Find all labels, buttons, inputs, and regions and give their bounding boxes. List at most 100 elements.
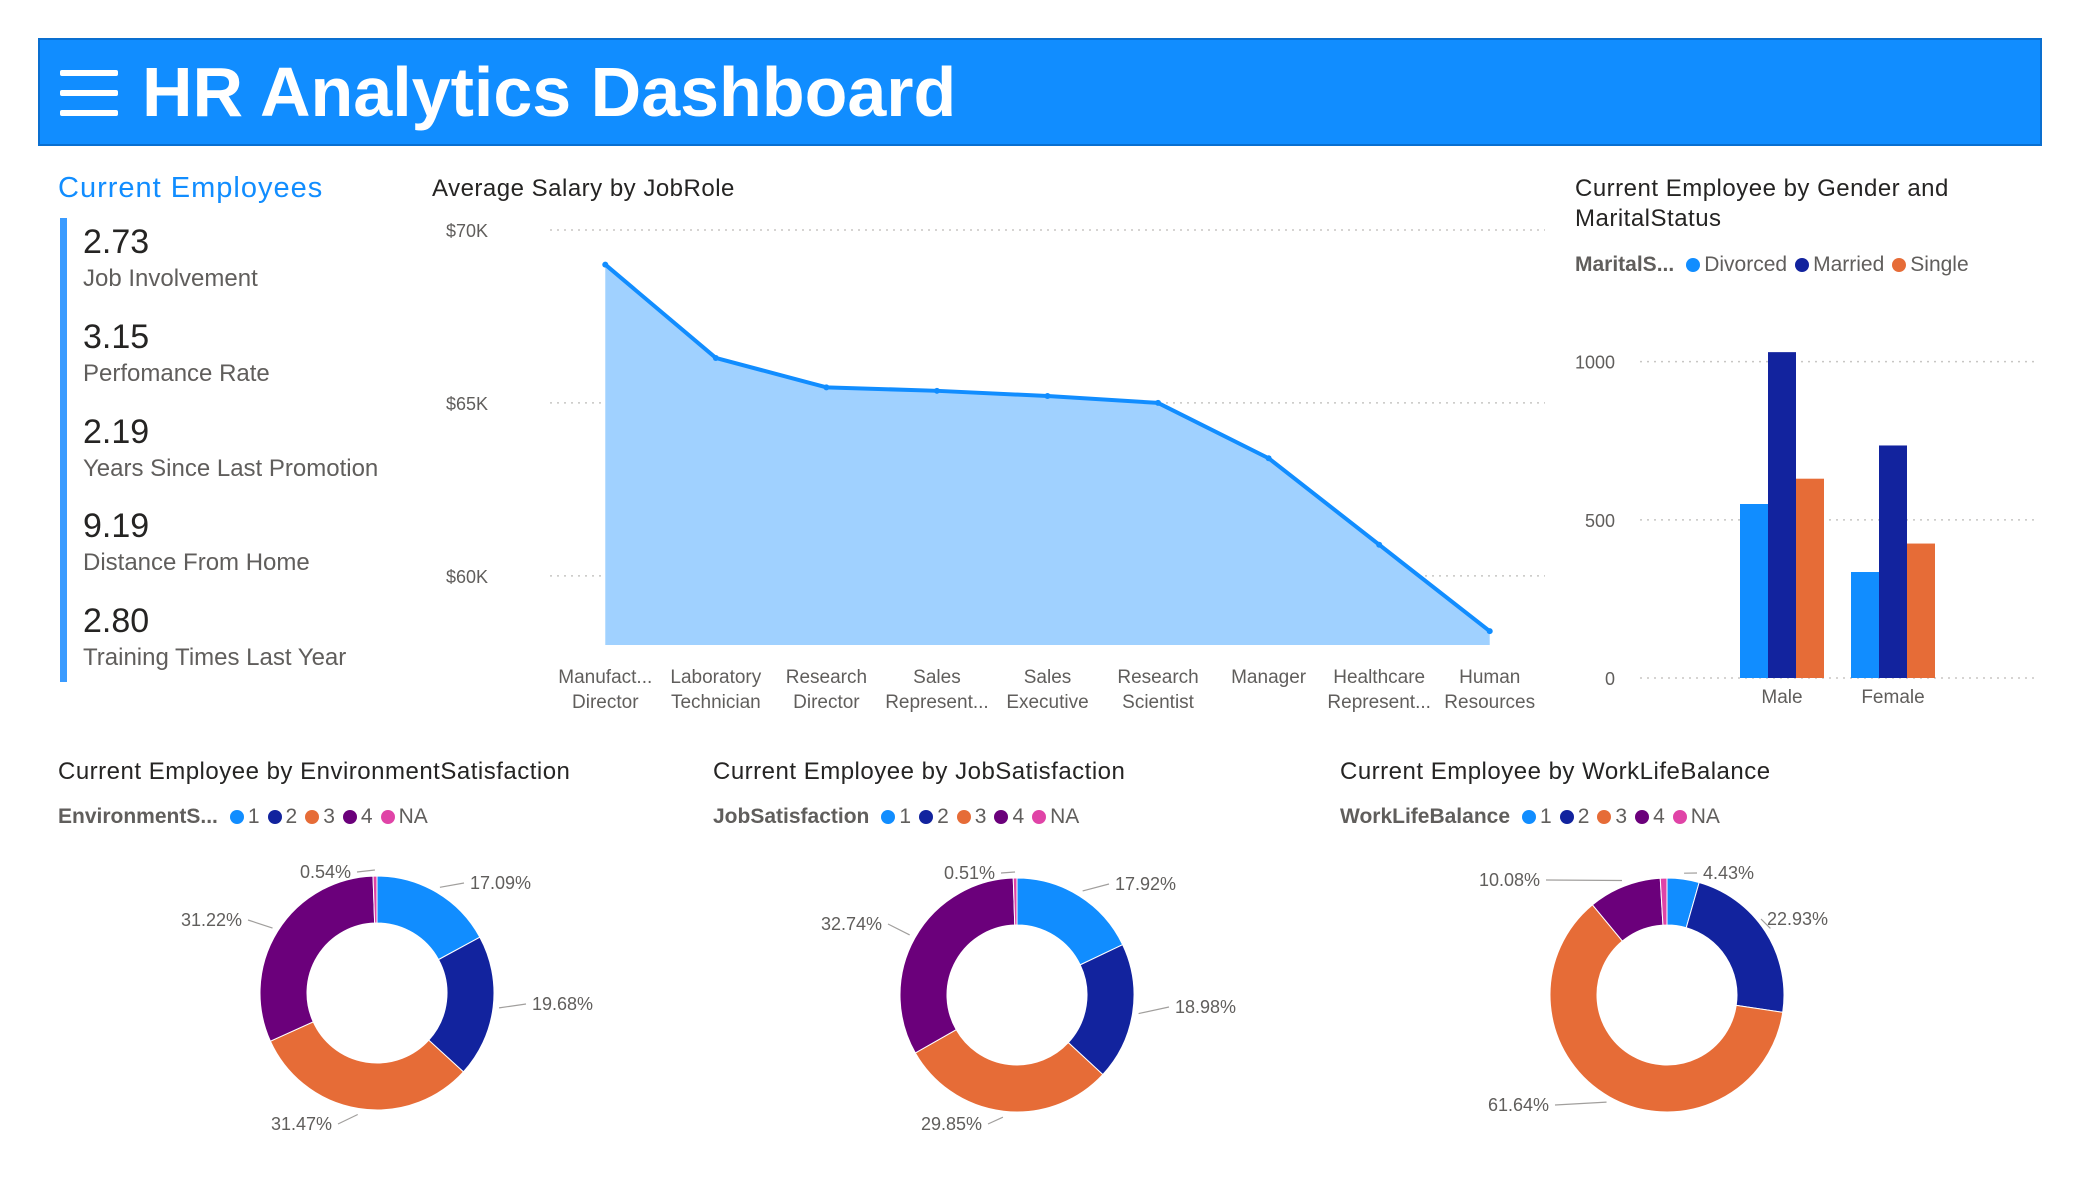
- legend-item-4[interactable]: 4: [994, 805, 1024, 829]
- kpi-performance-rate: 3.15 Perfomance Rate: [83, 317, 270, 389]
- legend-title: JobSatisfaction: [713, 805, 870, 828]
- data-point: [712, 354, 719, 361]
- legend-item-1[interactable]: 1: [1522, 805, 1552, 829]
- gender-marital-bar-chart[interactable]: 0 500 1000 Male Female: [1575, 300, 2045, 720]
- data-label: 32.74%: [821, 914, 882, 934]
- legend-item-3[interactable]: 3: [305, 805, 335, 829]
- legend-dot: [919, 810, 934, 824]
- legend-item-4[interactable]: 4: [342, 805, 373, 829]
- legend-item-married[interactable]: Married: [1795, 253, 1884, 277]
- env-satisfaction-legend: EnvironmentS... 1 2 3 4 NA: [58, 805, 436, 829]
- data-label: 0.51%: [944, 863, 995, 883]
- leader-line: [499, 1003, 527, 1009]
- kpi-title: Current Employees: [58, 172, 324, 204]
- leader-line: [247, 919, 273, 929]
- legend-dot: [1672, 810, 1687, 824]
- legend-item-1[interactable]: 1: [881, 805, 911, 829]
- data-label: 61.64%: [1488, 1095, 1549, 1115]
- data-label: 22.93%: [1767, 909, 1828, 929]
- env-satisfaction-donut[interactable]: 17.09% 19.68% 31.47% 31.22% 0.54%: [140, 845, 620, 1155]
- worklife-balance-donut[interactable]: 4.43% 22.93% 61.64% 10.08%: [1430, 845, 1910, 1155]
- data-label: 31.47%: [271, 1114, 332, 1134]
- bar-married: [1879, 445, 1907, 678]
- leader-line: [1082, 883, 1110, 892]
- legend-item-2[interactable]: 2: [1559, 805, 1590, 829]
- data-label: 17.09%: [470, 873, 531, 893]
- legend-item-3[interactable]: 3: [956, 805, 986, 829]
- leader-line: [1545, 879, 1623, 882]
- donut-slice-4: [899, 877, 1016, 1054]
- kpi-card[interactable]: Current Employees 2.73 Job Involvement 3…: [58, 172, 418, 692]
- kpi-years-since-promotion: 2.19 Years Since Last Promotion: [83, 412, 378, 484]
- legend-item-3[interactable]: 3: [1597, 805, 1627, 829]
- legend-item-1[interactable]: 1: [229, 805, 260, 829]
- legend-label: 2: [1577, 805, 1590, 828]
- salary-area-chart[interactable]: $60K $65K $70K Manufact... Director Laborator…: [430, 210, 1560, 730]
- legend-label: Divorced: [1704, 253, 1788, 276]
- legend-dot: [1032, 810, 1047, 824]
- kpi-label: Training Times Last Year: [83, 644, 347, 671]
- legend-item-na[interactable]: NA: [1032, 805, 1079, 829]
- donut-slice-2: [1685, 881, 1785, 1013]
- legend-label: NA: [398, 805, 428, 828]
- y-tick-label: $65K: [446, 394, 488, 414]
- kpi-value: 9.19: [83, 507, 150, 545]
- area-fill: [605, 264, 1490, 645]
- leader-line: [439, 882, 465, 888]
- kpi-label: Job Involvement: [83, 265, 258, 292]
- legend-item-na[interactable]: NA: [380, 805, 428, 829]
- kpi-job-involvement: 2.73 Job Involvement: [83, 222, 258, 294]
- kpi-value: 2.73: [83, 223, 150, 261]
- legend-dot: [1795, 258, 1810, 272]
- legend-item-single[interactable]: Single: [1892, 253, 1969, 277]
- legend-item-4[interactable]: 4: [1635, 805, 1665, 829]
- x-tick-label: Human Resources: [1444, 667, 1535, 713]
- kpi-label: Distance From Home: [83, 549, 310, 576]
- y-tick-label: 0: [1605, 669, 1615, 689]
- env-satisfaction-title: Current Employee by EnvironmentSatisfact…: [58, 758, 571, 785]
- x-tick-label: Healthcare Represent...: [1327, 667, 1431, 713]
- bar-divorced: [1740, 504, 1768, 678]
- job-satisfaction-donut[interactable]: 17.92% 18.98% 29.85% 32.74% 0.51%: [780, 845, 1260, 1155]
- leader-line: [887, 923, 910, 936]
- data-point: [1486, 628, 1493, 635]
- donut-slice-4: [259, 875, 376, 1042]
- data-point: [1044, 393, 1051, 399]
- y-tick-label: $70K: [446, 221, 488, 241]
- hamburger-menu-icon[interactable]: [60, 70, 118, 116]
- x-tick-label: Sales Executive: [1006, 667, 1088, 713]
- legend-dot: [956, 810, 971, 824]
- legend-item-divorced[interactable]: Divorced: [1686, 253, 1787, 277]
- kpi-value: 2.80: [83, 602, 150, 640]
- data-point: [1376, 541, 1383, 548]
- legend-label: Single: [1910, 253, 1969, 276]
- legend-label: 1: [247, 805, 260, 828]
- legend-dot: [881, 810, 896, 824]
- legend-dot: [305, 810, 320, 824]
- data-point: [1265, 455, 1272, 462]
- legend-item-na[interactable]: NA: [1672, 805, 1720, 829]
- legend-label: 1: [899, 805, 912, 828]
- y-tick-label: 500: [1585, 511, 1615, 531]
- data-label: 0.54%: [300, 862, 351, 882]
- kpi-value: 2.19: [83, 413, 150, 451]
- legend-label: 4: [1653, 805, 1665, 828]
- legend-dot: [229, 810, 244, 824]
- legend-item-2[interactable]: 2: [267, 805, 297, 829]
- legend-item-2[interactable]: 2: [919, 805, 949, 829]
- kpi-label: Years Since Last Promotion: [83, 455, 379, 482]
- data-point: [933, 387, 940, 394]
- x-tick-label: Male: [1761, 687, 1802, 708]
- data-label: 10.08%: [1479, 870, 1540, 890]
- legend-dot: [994, 810, 1009, 824]
- legend-label: Married: [1813, 253, 1885, 276]
- job-satisfaction-title: Current Employee by JobSatisfaction: [713, 758, 1126, 785]
- data-label: 31.22%: [181, 910, 242, 930]
- kpi-label: Perfomance Rate: [83, 360, 270, 387]
- data-label: 18.98%: [1175, 997, 1236, 1017]
- legend-label: 4: [1012, 805, 1025, 828]
- x-tick-label: Research Scientist: [1117, 667, 1198, 713]
- legend-dot: [1892, 258, 1907, 272]
- leader-line: [1000, 871, 1016, 874]
- leader-line: [356, 869, 375, 873]
